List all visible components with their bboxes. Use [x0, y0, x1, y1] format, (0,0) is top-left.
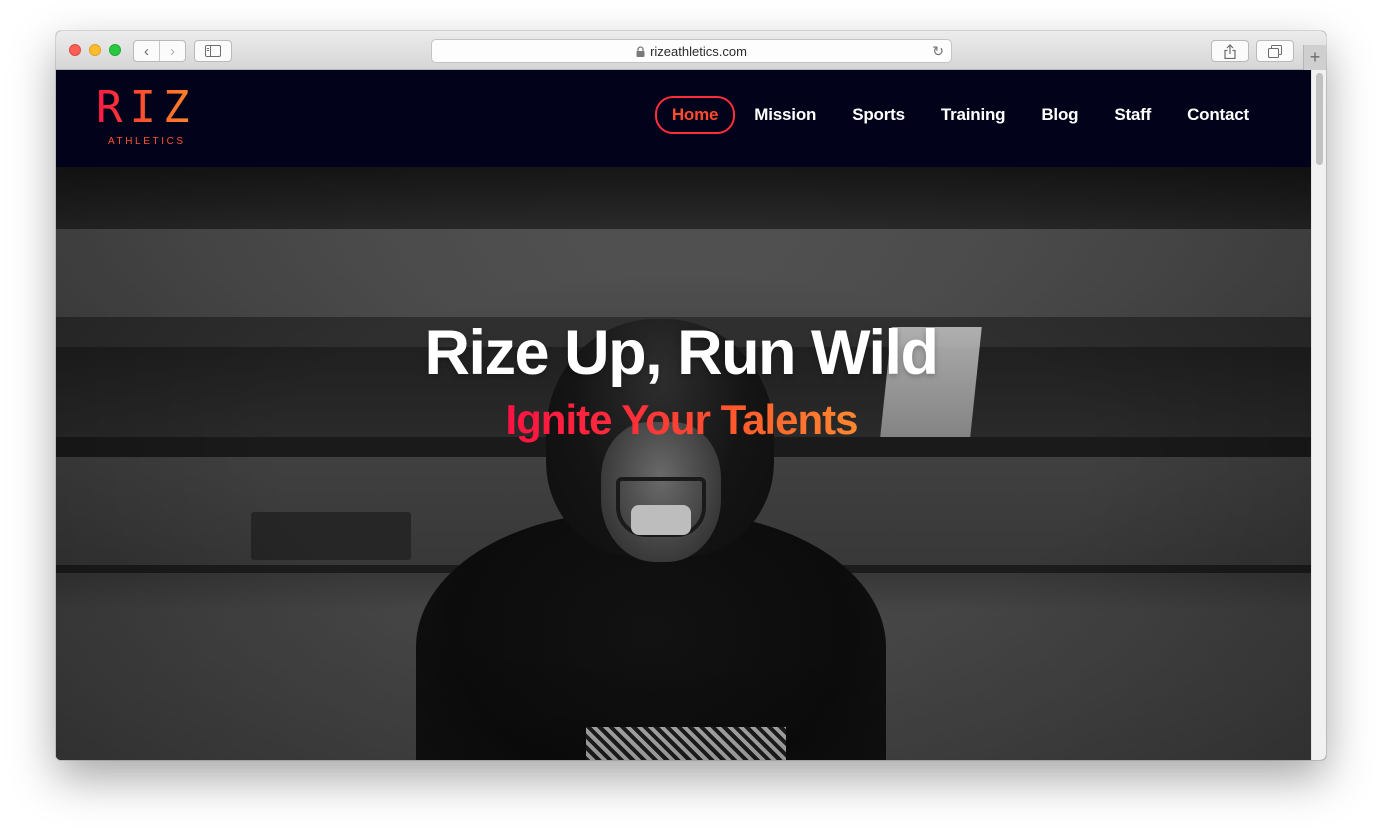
- page-viewport: RIZE ATHLETICS Home Mission Sports Train…: [56, 70, 1326, 760]
- sidebar-toggle-button[interactable]: [194, 40, 232, 62]
- reload-icon[interactable]: ↻: [932, 43, 944, 60]
- share-button[interactable]: [1211, 40, 1249, 62]
- site-logo[interactable]: RIZE ATHLETICS: [96, 82, 230, 148]
- nav-staff[interactable]: Staff: [1097, 96, 1168, 134]
- site-header: RIZE ATHLETICS Home Mission Sports Train…: [56, 70, 1311, 167]
- page-scrollbar[interactable]: [1311, 70, 1326, 760]
- scrollbar-thumb[interactable]: [1316, 73, 1323, 165]
- logo-wordmark: RIZE: [96, 82, 230, 133]
- lock-icon: [636, 46, 645, 57]
- forward-button[interactable]: ›: [159, 41, 185, 61]
- hero-subtitle-text: Ignite Your Talents: [505, 396, 861, 443]
- browser-window: ‹ › rizeathletics.com ↻ + RIZE ATHLETICS…: [56, 31, 1326, 760]
- minimize-window-button[interactable]: [89, 44, 101, 56]
- browser-toolbar: ‹ › rizeathletics.com ↻ +: [56, 31, 1326, 70]
- nav-home[interactable]: Home: [654, 96, 736, 134]
- new-tab-button[interactable]: +: [1303, 45, 1326, 70]
- close-window-button[interactable]: [69, 44, 81, 56]
- url-text: rizeathletics.com: [650, 44, 747, 59]
- tabs-icon: [1268, 44, 1282, 58]
- share-icon: [1224, 43, 1236, 59]
- nav-sports[interactable]: Sports: [835, 96, 922, 134]
- nav-training[interactable]: Training: [924, 96, 1023, 134]
- hero-subtitle: Ignite Your Talents: [56, 396, 1311, 444]
- history-nav: ‹ ›: [133, 40, 186, 62]
- sidebar-icon: [205, 45, 221, 57]
- nav-mission[interactable]: Mission: [737, 96, 833, 134]
- main-nav: Home Mission Sports Training Blog Staff …: [653, 96, 1266, 134]
- logo-tagline: ATHLETICS: [108, 136, 186, 147]
- url-display: rizeathletics.com: [432, 44, 951, 59]
- nav-contact[interactable]: Contact: [1170, 96, 1266, 134]
- hero-section: Rize Up, Run Wild Ignite Your Talents: [56, 167, 1311, 760]
- nav-blog[interactable]: Blog: [1024, 96, 1095, 134]
- hero-title: Rize Up, Run Wild: [424, 318, 939, 388]
- back-button[interactable]: ‹: [134, 41, 159, 61]
- hero-vignette: [56, 167, 1311, 760]
- address-bar[interactable]: rizeathletics.com ↻: [431, 39, 952, 63]
- show-tabs-button[interactable]: [1256, 40, 1294, 62]
- maximize-window-button[interactable]: [109, 44, 121, 56]
